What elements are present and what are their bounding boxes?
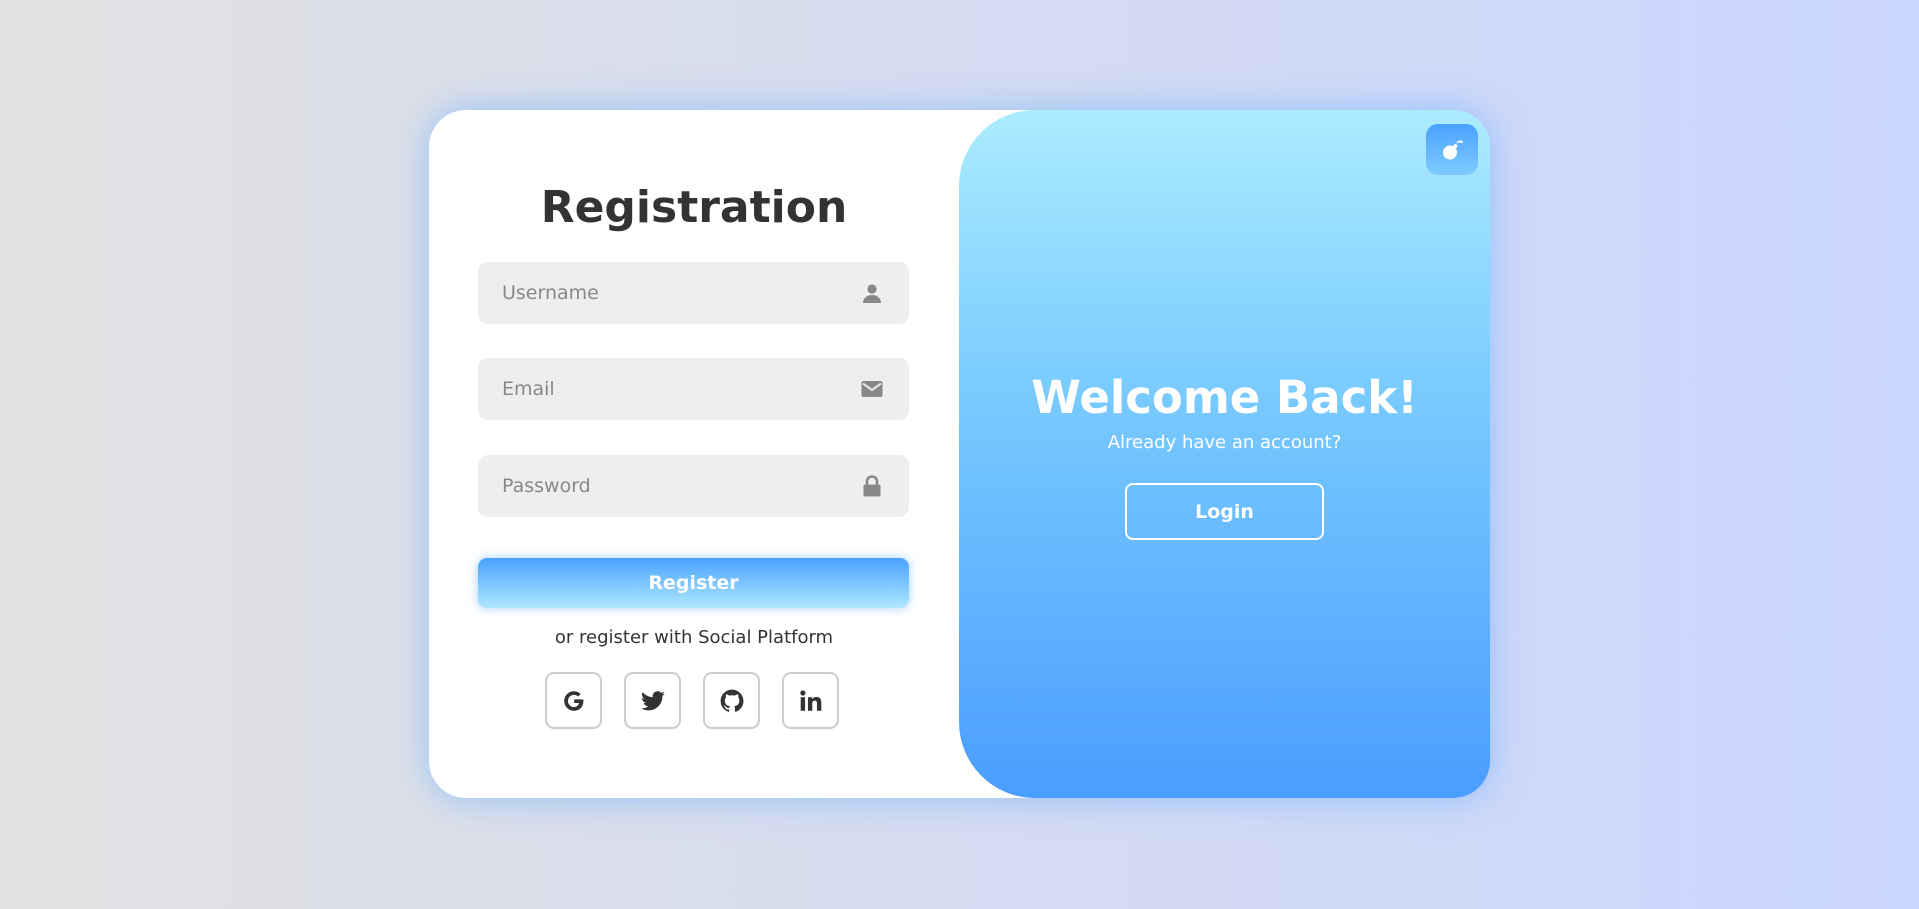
register-button[interactable]: Register <box>478 558 909 608</box>
linkedin-icon <box>799 689 821 711</box>
envelope-icon <box>861 381 883 397</box>
social-register-text: or register with Social Platform <box>554 627 834 648</box>
linkedin-button[interactable] <box>782 672 839 729</box>
welcome-subtitle: Already have an account? <box>1107 432 1342 453</box>
login-button[interactable]: Login <box>1125 483 1324 540</box>
twitter-icon <box>640 690 665 710</box>
theme-toggle-button[interactable] <box>1426 124 1478 175</box>
google-icon <box>563 690 583 711</box>
username-field-wrapper <box>478 262 909 324</box>
social-buttons <box>545 672 845 732</box>
password-field-wrapper <box>478 455 909 517</box>
password-input[interactable] <box>478 455 909 517</box>
welcome-title: Welcome Back! <box>1031 371 1418 424</box>
email-field-wrapper <box>478 358 909 420</box>
registration-title: Registration <box>540 182 848 233</box>
twitter-button[interactable] <box>624 672 681 729</box>
auth-card: Registration Register or register with S <box>429 110 1490 798</box>
lock-icon <box>863 475 881 497</box>
email-input[interactable] <box>478 358 909 420</box>
github-button[interactable] <box>703 672 760 729</box>
registration-form: Registration Register or register with S <box>429 110 959 798</box>
google-button[interactable] <box>545 672 602 729</box>
user-icon <box>863 284 881 303</box>
bomb-icon <box>1443 140 1463 159</box>
username-input[interactable] <box>478 262 909 324</box>
github-icon <box>720 689 743 712</box>
welcome-panel: Welcome Back! Already have an account? L… <box>959 110 1490 798</box>
